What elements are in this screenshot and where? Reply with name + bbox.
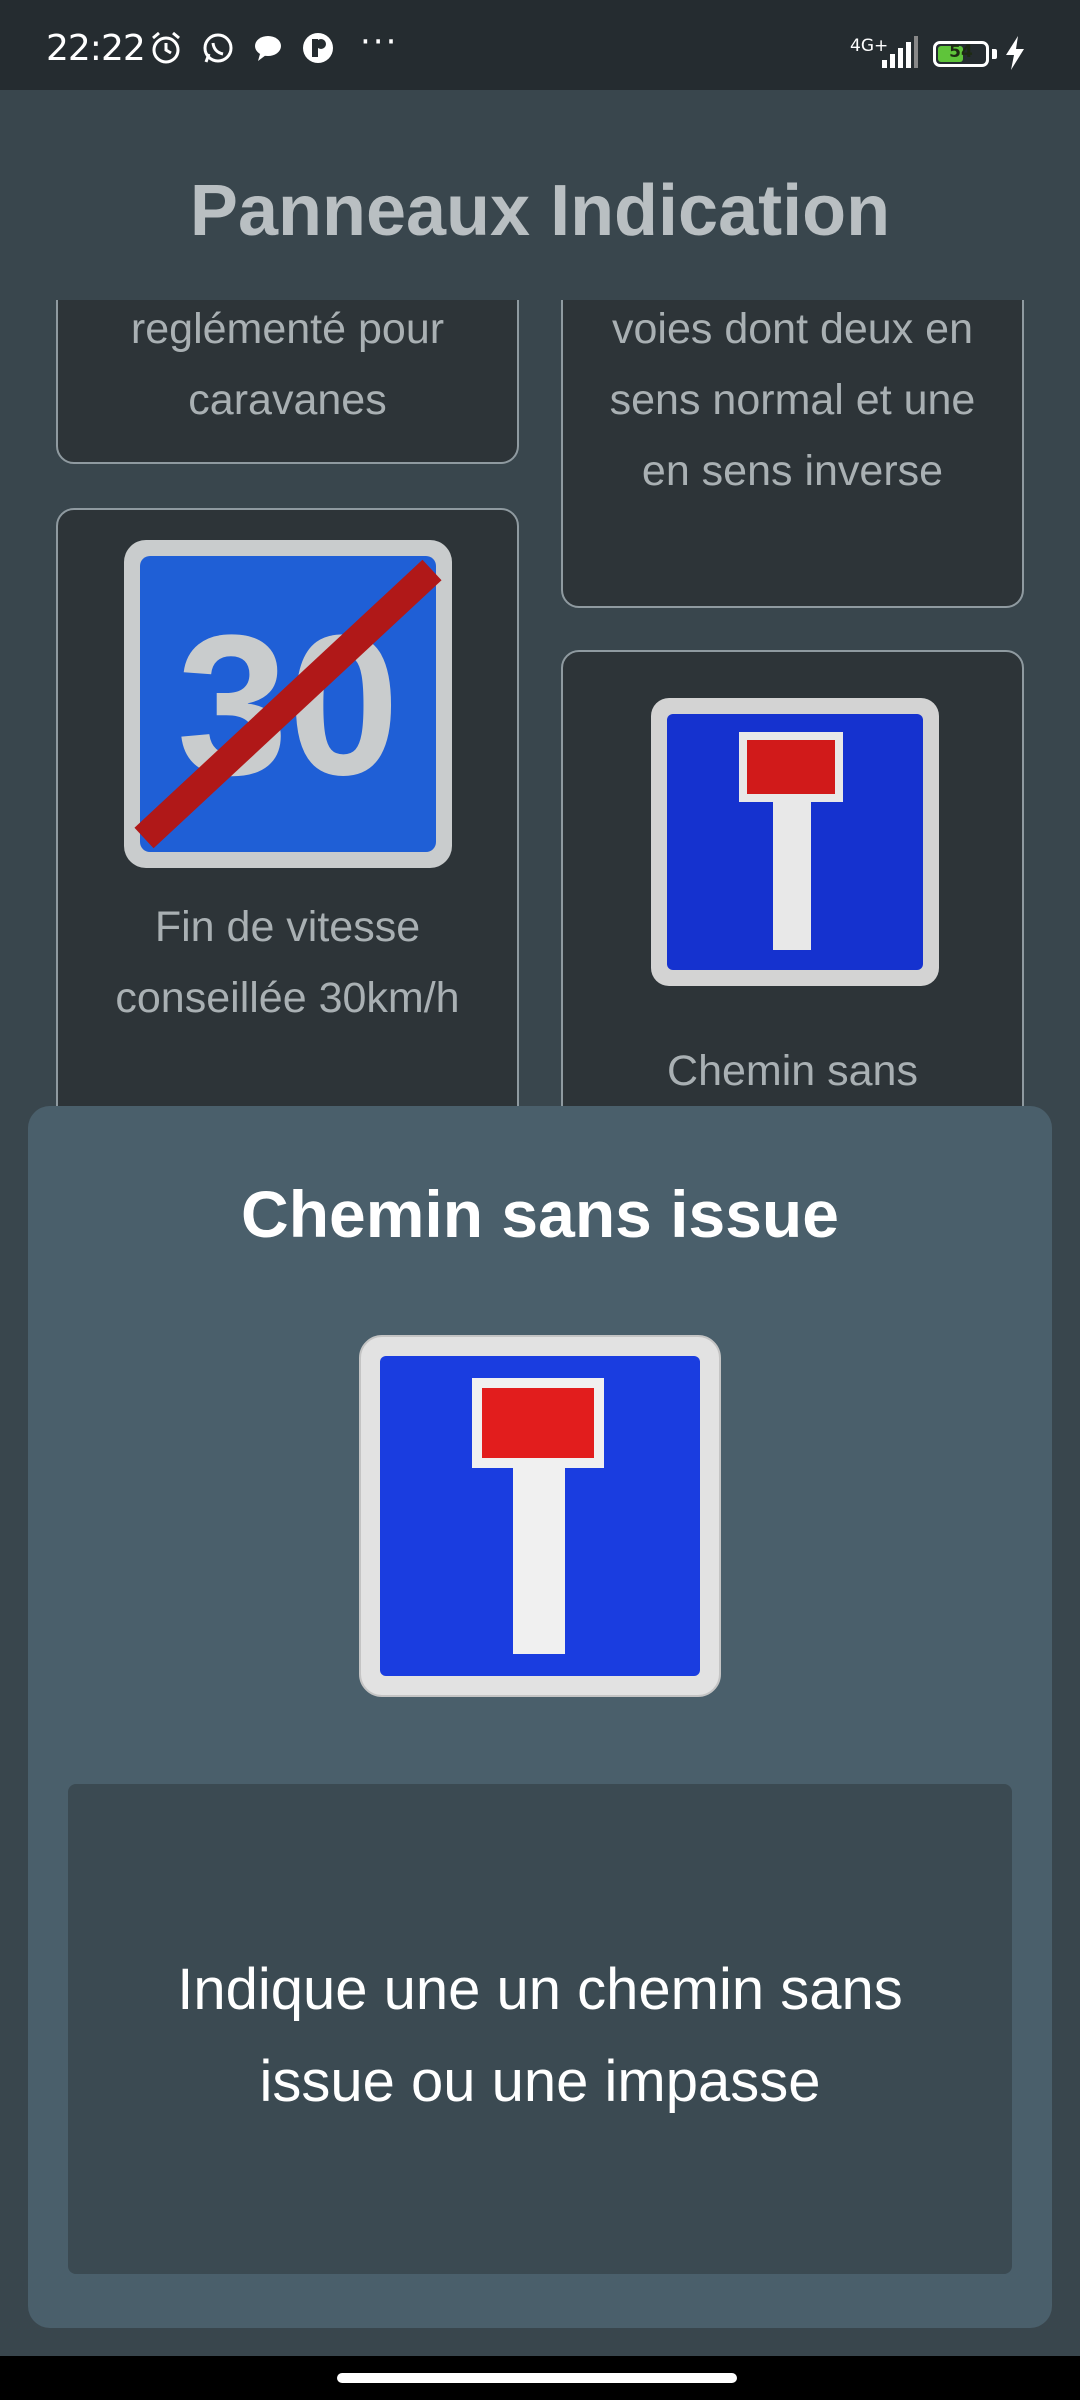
app-icon [303, 33, 333, 63]
sign-description: Indique une un chemin sans issue ou une … [177, 1957, 903, 2114]
sheet-title: Chemin sans issue [241, 1177, 839, 1251]
sign-card-label: reglémenté pour caravanes [130, 305, 445, 424]
description-box: Indique une un chemin sans issue ou une … [68, 1784, 1012, 2274]
charging-icon [1006, 36, 1024, 70]
sign-card[interactable]: reglémenté pour caravanes [56, 300, 519, 464]
sign-card[interactable]: voies dont deux en sens normal et une en… [561, 300, 1024, 608]
message-icon [255, 36, 281, 61]
battery-level: 54 [949, 42, 973, 62]
sign-card-label: Fin de vitesse conseillée 30km/h [115, 903, 460, 1022]
sign-card-label: voies dont deux en sens normal et une en… [609, 305, 976, 495]
battery-icon: 54 [933, 41, 989, 67]
navigation-bar [0, 2356, 1080, 2400]
battery-cap [992, 49, 997, 59]
alarm-icon [152, 31, 180, 64]
sign-card-label: Chemin sans [667, 1047, 918, 1095]
signal-icon [882, 36, 918, 68]
page-title: Panneaux Indication [189, 171, 891, 251]
sign-card[interactable]: 30 Fin de vitesse conseillée 30km/h [56, 508, 519, 1200]
dead-end-sign [651, 698, 939, 986]
more-icon: ··· [360, 22, 399, 62]
home-indicator[interactable] [337, 2373, 737, 2383]
status-bar: 22:22 ··· 4G+ 54 [0, 0, 1080, 90]
sign-detail-sheet[interactable]: Chemin sans issue Indique une un chemin … [28, 1106, 1052, 2328]
end-speed-30-sign: 30 [124, 540, 452, 868]
whatsapp-icon [203, 33, 233, 63]
status-time: 22:22 [46, 28, 146, 69]
signs-grid: reglémenté pour caravanes voies dont deu… [0, 300, 1080, 1200]
dead-end-sign-large [359, 1335, 721, 1697]
